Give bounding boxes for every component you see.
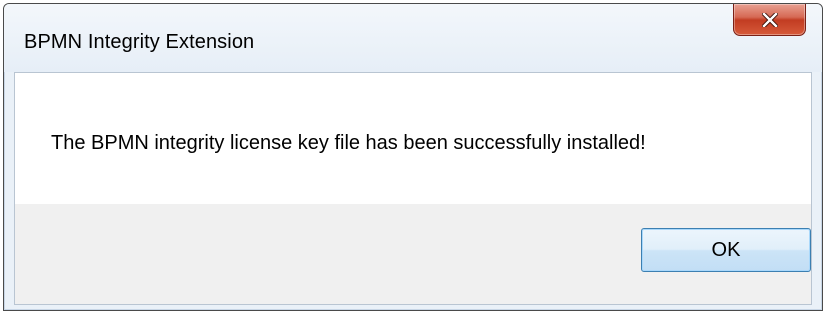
message-area: The BPMN integrity license key file has … bbox=[15, 73, 811, 204]
message-dialog: BPMN Integrity Extension The BPMN integr… bbox=[3, 3, 823, 311]
dialog-message: The BPMN integrity license key file has … bbox=[51, 132, 646, 154]
ok-button[interactable]: OK bbox=[641, 228, 811, 272]
window-title: BPMN Integrity Extension bbox=[24, 31, 255, 53]
close-button[interactable] bbox=[733, 4, 806, 36]
dialog-content: The BPMN integrity license key file has … bbox=[14, 72, 812, 305]
close-icon bbox=[761, 12, 778, 27]
title-bar[interactable]: BPMN Integrity Extension bbox=[4, 4, 822, 72]
